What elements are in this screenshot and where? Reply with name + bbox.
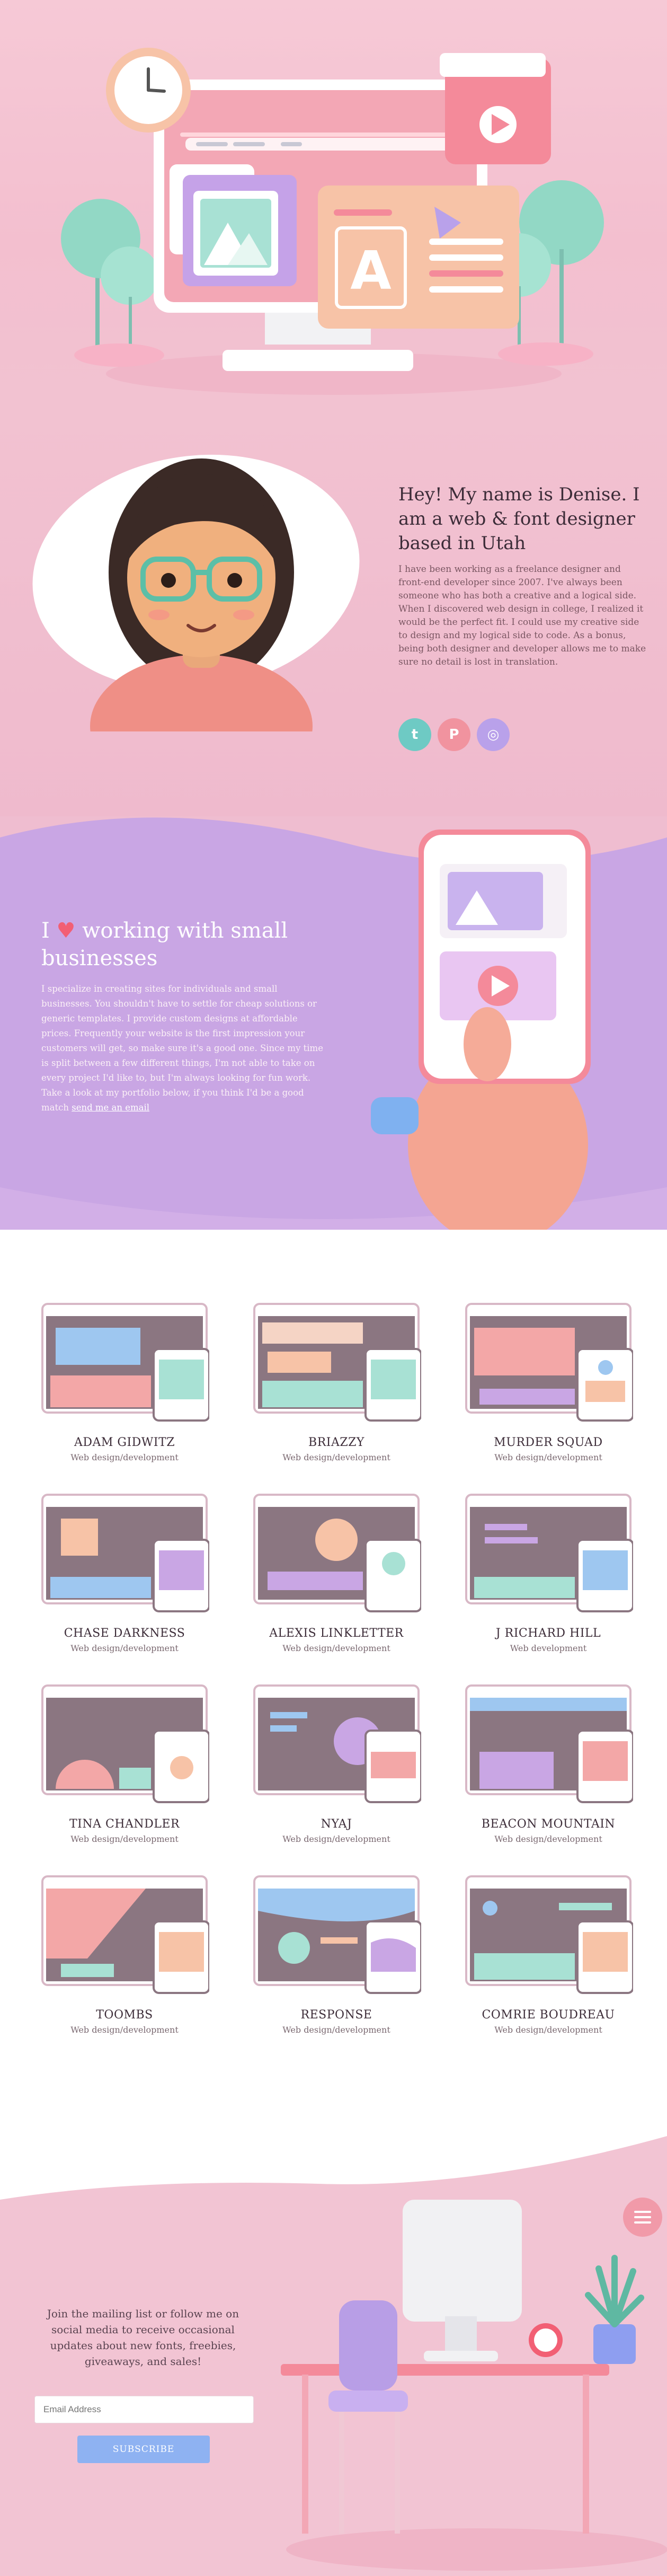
portfolio-subtitle: Web design/development xyxy=(70,1834,179,1844)
device-mockup xyxy=(41,1875,209,1994)
portfolio-title: RESPONSE xyxy=(300,2008,372,2022)
menu-icon-bar xyxy=(634,2211,651,2213)
pinterest-icon[interactable]: P xyxy=(438,718,470,751)
device-mockup xyxy=(41,1494,209,1612)
portfolio-title: J RICHARD HILL xyxy=(495,1627,601,1640)
portfolio-card-alexis-linkletter[interactable]: ALEXIS LINKLETTER Web design/development xyxy=(252,1492,421,1653)
portfolio-card-nyaj[interactable]: NYAJ Web design/development xyxy=(252,1683,421,1844)
portfolio-card-beacon-mountain[interactable]: BEACON MOUNTAIN Web design/development xyxy=(464,1683,633,1844)
send-email-link[interactable]: send me an email xyxy=(72,1102,149,1113)
portfolio-subtitle: Web design/development xyxy=(282,2025,390,2035)
portfolio-subtitle: Web design/development xyxy=(494,1452,602,1462)
portfolio-title: ADAM GIDWITZ xyxy=(74,1436,175,1449)
portfolio-title: NYAJ xyxy=(321,1818,352,1831)
heading-rest: working with small businesses xyxy=(41,919,288,971)
device-mockup xyxy=(253,1303,421,1422)
social-links: t P ◎ xyxy=(398,718,510,751)
device-mockup xyxy=(253,1684,421,1803)
portfolio-grid: ADAM GIDWITZ Web design/development BRIA… xyxy=(40,1301,633,2035)
menu-icon-bar xyxy=(634,2216,651,2218)
portfolio-card-tina-chandler[interactable]: TINA CHANDLER Web design/development xyxy=(40,1683,209,1844)
portfolio-card-adam-gidwitz[interactable]: ADAM GIDWITZ Web design/development xyxy=(40,1301,209,1462)
portfolio-subtitle: Web design/development xyxy=(494,1834,602,1844)
portfolio-card-comrie-boudreau[interactable]: COMRIE BOUDREAU Web design/development xyxy=(464,1874,633,2035)
device-mockup xyxy=(465,1494,633,1612)
about-heading: Hey! My name is Denise. I am a web & fon… xyxy=(398,484,640,554)
portfolio-card-toombs[interactable]: TOOMBS Web design/development xyxy=(40,1874,209,2035)
portfolio-card-chase-darkness[interactable]: CHASE DARKNESS Web design/development xyxy=(40,1492,209,1653)
device-mockup xyxy=(41,1303,209,1422)
subscribe-button[interactable]: SUBSCRIBE xyxy=(77,2436,210,2463)
device-mockup xyxy=(465,1684,633,1803)
device-mockup xyxy=(465,1303,633,1422)
about-section: Hey! My name is Denise. I am a web & fon… xyxy=(0,403,667,827)
instagram-icon[interactable]: ◎ xyxy=(477,718,510,751)
mailing-list-text: Join the mailing list or follow me on so… xyxy=(47,2307,239,2368)
small-business-section: I ♥ working with small businesses I spec… xyxy=(0,816,667,1230)
small-business-body: I specialize in creating sites for indiv… xyxy=(41,984,323,1113)
hero-section: A xyxy=(0,0,667,403)
portfolio-title: CHASE DARKNESS xyxy=(64,1627,185,1640)
portfolio-title: TOOMBS xyxy=(96,2008,153,2022)
small-business-heading: I ♥ working with small businesses xyxy=(41,917,338,972)
portfolio-title: BRIAZZY xyxy=(308,1436,364,1449)
heading-prefix: I xyxy=(41,919,50,943)
portfolio-title: MURDER SQUAD xyxy=(494,1436,603,1449)
device-mockup xyxy=(253,1875,421,1994)
portfolio-title: COMRIE BOUDREAU xyxy=(482,2008,615,2022)
small-business-text: I specialize in creating sites for indiv… xyxy=(41,982,330,1115)
portfolio-title: TINA CHANDLER xyxy=(69,1818,180,1831)
mailing-list-section: Join the mailing list or follow me on so… xyxy=(0,2125,667,2576)
portfolio-subtitle: Web design/development xyxy=(70,1643,179,1653)
portfolio-subtitle: Web design/development xyxy=(70,2025,179,2035)
portfolio-subtitle: Web design/development xyxy=(70,1452,179,1462)
about-bio: I have been working as a freelance desig… xyxy=(398,564,646,667)
device-mockup xyxy=(41,1684,209,1803)
portfolio-card-j-richard-hill[interactable]: J RICHARD HILL Web development xyxy=(464,1492,633,1653)
menu-button[interactable] xyxy=(623,2198,662,2237)
device-mockup xyxy=(253,1494,421,1612)
svg-text:A: A xyxy=(350,240,391,302)
email-field[interactable] xyxy=(34,2396,254,2423)
device-mockup xyxy=(465,1875,633,1994)
portfolio-section: ADAM GIDWITZ Web design/development BRIA… xyxy=(0,1230,667,2131)
twitter-icon[interactable]: t xyxy=(398,718,431,751)
portfolio-card-murder-squad[interactable]: MURDER SQUAD Web design/development xyxy=(464,1301,633,1462)
portfolio-card-briazzy[interactable]: BRIAZZY Web design/development xyxy=(252,1301,421,1462)
hero-illustration: A xyxy=(61,48,604,395)
portfolio-subtitle: Web design/development xyxy=(282,1834,390,1844)
portfolio-title: ALEXIS LINKLETTER xyxy=(269,1627,404,1640)
portfolio-subtitle: Web design/development xyxy=(494,2025,602,2035)
portfolio-subtitle: Web design/development xyxy=(282,1643,390,1653)
portfolio-subtitle: Web design/development xyxy=(282,1452,390,1462)
portfolio-title: BEACON MOUNTAIN xyxy=(481,1818,616,1831)
heart-icon: ♥ xyxy=(56,919,76,943)
portfolio-subtitle: Web development xyxy=(510,1643,587,1653)
avatar xyxy=(90,458,313,731)
portfolio-card-response[interactable]: RESPONSE Web design/development xyxy=(252,1874,421,2035)
menu-icon-bar xyxy=(634,2221,651,2224)
